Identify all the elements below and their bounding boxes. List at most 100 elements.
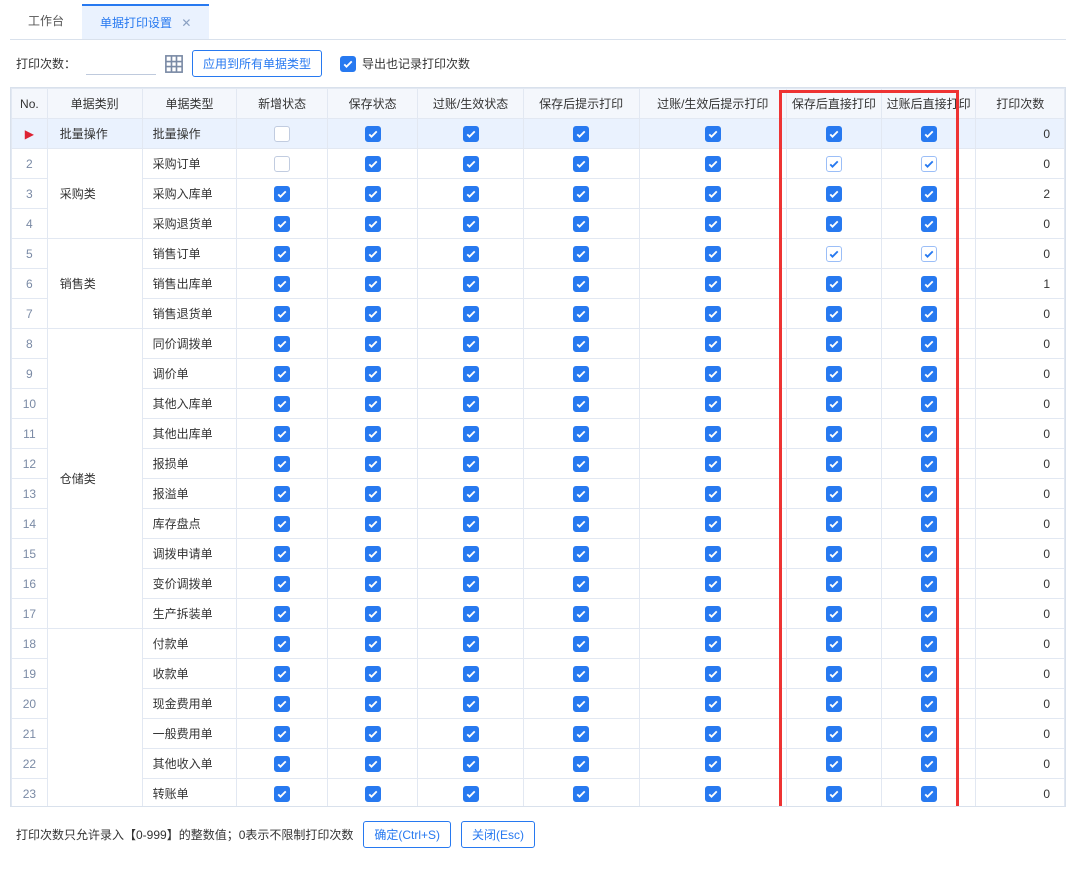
checkbox-icon[interactable] <box>463 636 479 652</box>
checkbox-icon[interactable] <box>274 786 290 802</box>
checkbox-icon[interactable] <box>826 786 842 802</box>
checkbox-icon[interactable] <box>365 306 381 322</box>
checkbox-icon[interactable] <box>365 696 381 712</box>
checkbox-icon[interactable] <box>705 396 721 412</box>
checkbox-icon[interactable] <box>921 576 937 592</box>
col-save[interactable]: 保存状态 <box>327 89 418 119</box>
row-count[interactable]: 0 <box>976 629 1065 659</box>
checkbox-icon[interactable] <box>573 306 589 322</box>
checkbox-icon[interactable] <box>826 456 842 472</box>
checkbox-icon[interactable] <box>826 126 842 142</box>
checkbox-icon[interactable] <box>365 426 381 442</box>
checkbox-icon[interactable] <box>573 606 589 622</box>
checkbox-icon[interactable] <box>365 216 381 232</box>
checkbox-icon[interactable] <box>573 576 589 592</box>
close-button[interactable]: 关闭(Esc) <box>461 821 535 848</box>
checkbox-icon[interactable] <box>274 306 290 322</box>
checkbox-icon[interactable] <box>274 546 290 562</box>
checkbox-icon[interactable] <box>826 246 842 262</box>
checkbox-icon[interactable] <box>463 396 479 412</box>
row-count[interactable]: 0 <box>976 359 1065 389</box>
checkbox-icon[interactable] <box>365 576 381 592</box>
col-save-tip[interactable]: 保存后提示打印 <box>523 89 639 119</box>
checkbox-icon[interactable] <box>705 246 721 262</box>
checkbox-icon[interactable] <box>705 186 721 202</box>
checkbox-icon[interactable] <box>365 486 381 502</box>
grid-icon[interactable] <box>164 54 184 74</box>
checkbox-icon[interactable] <box>573 126 589 142</box>
row-count[interactable]: 0 <box>976 479 1065 509</box>
checkbox-icon[interactable] <box>573 726 589 742</box>
checkbox-icon[interactable] <box>921 666 937 682</box>
checkbox-icon[interactable] <box>365 546 381 562</box>
checkbox-icon[interactable] <box>826 336 842 352</box>
checkbox-icon[interactable] <box>826 636 842 652</box>
checkbox-icon[interactable] <box>365 246 381 262</box>
apply-all-button[interactable]: 应用到所有单据类型 <box>192 50 322 77</box>
checkbox-icon[interactable] <box>274 216 290 232</box>
checkbox-icon[interactable] <box>705 306 721 322</box>
checkbox-icon[interactable] <box>365 666 381 682</box>
checkbox-icon[interactable] <box>826 186 842 202</box>
col-new[interactable]: 新增状态 <box>237 89 328 119</box>
checkbox-icon[interactable] <box>274 666 290 682</box>
checkbox-icon[interactable] <box>921 396 937 412</box>
checkbox-icon[interactable] <box>463 366 479 382</box>
row-count[interactable]: 0 <box>976 509 1065 539</box>
row-count[interactable]: 1 <box>976 269 1065 299</box>
row-count[interactable]: 0 <box>976 119 1065 149</box>
checkbox-icon[interactable] <box>921 246 937 262</box>
checkbox-icon[interactable] <box>705 336 721 352</box>
checkbox-icon[interactable] <box>573 366 589 382</box>
checkbox-icon[interactable] <box>573 276 589 292</box>
row-count[interactable]: 0 <box>976 299 1065 329</box>
checkbox-icon[interactable] <box>705 546 721 562</box>
checkbox-icon[interactable] <box>826 276 842 292</box>
row-count[interactable]: 0 <box>976 239 1065 269</box>
checkbox-icon[interactable] <box>365 786 381 802</box>
checkbox-icon[interactable] <box>705 276 721 292</box>
checkbox-icon[interactable] <box>921 126 937 142</box>
checkbox-icon[interactable] <box>274 516 290 532</box>
checkbox-icon[interactable] <box>573 456 589 472</box>
checkbox-icon[interactable] <box>365 156 381 172</box>
checkbox-icon[interactable] <box>921 456 937 472</box>
checkbox-icon[interactable] <box>826 546 842 562</box>
tab-workbench[interactable]: 工作台 <box>10 4 82 39</box>
col-category[interactable]: 单据类别 <box>47 89 142 119</box>
checkbox-icon[interactable] <box>573 786 589 802</box>
checkbox-icon[interactable] <box>573 396 589 412</box>
checkbox-icon[interactable] <box>921 276 937 292</box>
checkbox-icon[interactable] <box>826 666 842 682</box>
close-icon[interactable]: ✕ <box>181 16 191 30</box>
row-count[interactable]: 0 <box>976 209 1065 239</box>
checkbox-icon[interactable] <box>705 516 721 532</box>
checkbox-icon[interactable] <box>463 426 479 442</box>
checkbox-icon[interactable] <box>274 126 290 142</box>
checkbox-icon[interactable] <box>463 606 479 622</box>
checkbox-icon[interactable] <box>463 516 479 532</box>
checkbox-icon[interactable] <box>705 726 721 742</box>
checkbox-icon[interactable] <box>274 486 290 502</box>
checkbox-icon[interactable] <box>463 186 479 202</box>
checkbox-icon[interactable] <box>274 726 290 742</box>
checkbox-icon[interactable] <box>365 756 381 772</box>
checkbox-icon[interactable] <box>573 156 589 172</box>
checkbox-icon[interactable] <box>705 366 721 382</box>
checkbox-icon[interactable] <box>365 636 381 652</box>
checkbox-icon[interactable] <box>463 276 479 292</box>
col-post[interactable]: 过账/生效状态 <box>418 89 523 119</box>
checkbox-icon[interactable] <box>826 756 842 772</box>
checkbox-icon[interactable] <box>274 276 290 292</box>
checkbox-icon[interactable] <box>921 336 937 352</box>
checkbox-icon[interactable] <box>463 126 479 142</box>
checkbox-icon[interactable] <box>573 426 589 442</box>
checkbox-icon[interactable] <box>921 186 937 202</box>
checkbox-icon[interactable] <box>463 786 479 802</box>
row-count[interactable]: 0 <box>976 599 1065 629</box>
col-post-direct[interactable]: 过账后直接打印 <box>881 89 976 119</box>
checkbox-icon[interactable] <box>705 606 721 622</box>
checkbox-icon[interactable] <box>921 756 937 772</box>
checkbox-icon[interactable] <box>921 306 937 322</box>
export-record-checkbox[interactable]: 导出也记录打印次数 <box>340 55 470 72</box>
